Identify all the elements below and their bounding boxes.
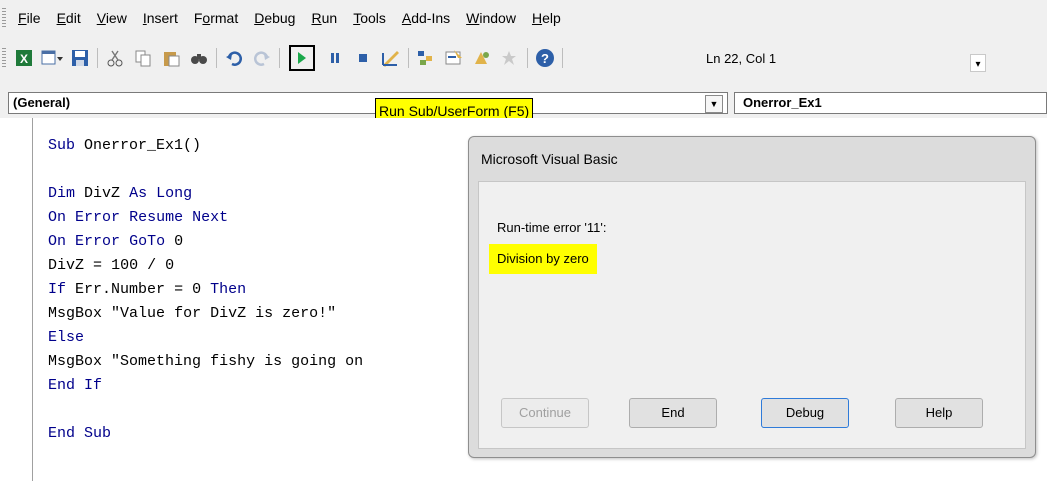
redo-icon[interactable] — [251, 47, 273, 69]
toolbar-separator — [279, 48, 280, 68]
toolbox-icon[interactable] — [499, 47, 521, 69]
properties-icon[interactable] — [443, 47, 465, 69]
menu-window[interactable]: Window — [458, 0, 524, 36]
dialog-body: Run-time error '11': Division by zero Co… — [478, 181, 1026, 449]
code-line[interactable]: DivZ = 100 / 0 — [48, 254, 363, 278]
debug-button[interactable]: Debug — [761, 398, 849, 428]
end-button[interactable]: End — [629, 398, 717, 428]
error-code-text: Run-time error '11': — [497, 220, 607, 235]
dialog-title: Microsoft Visual Basic — [481, 151, 618, 167]
menu-run[interactable]: Run — [303, 0, 345, 36]
object-browser-icon[interactable] — [471, 47, 493, 69]
error-message-text: Division by zero — [489, 244, 597, 274]
chevron-down-icon: ▾ — [975, 59, 981, 70]
menu-insert[interactable]: Insert — [135, 0, 186, 36]
menu-debug[interactable]: Debug — [246, 0, 303, 36]
copy-icon[interactable] — [132, 47, 154, 69]
menu-file[interactable]: File — [10, 0, 49, 36]
insert-userform-icon[interactable] — [41, 47, 63, 69]
procedure-combo[interactable]: Onerror_Ex1 — [734, 92, 1047, 114]
object-combo-value: (General) — [13, 95, 71, 110]
menu-format[interactable]: Format — [186, 0, 246, 36]
code-line[interactable]: MsgBox "Something fishy is going on — [48, 350, 363, 374]
code-line[interactable] — [48, 398, 363, 422]
standard-toolbar: X ? Ln 22, Col 1 ▾ — [0, 36, 1047, 86]
menu-help[interactable]: Help — [524, 0, 569, 36]
object-combo[interactable]: (General) ▼ — [8, 92, 728, 114]
run-sub-button[interactable] — [289, 45, 315, 71]
menu-bar: File Edit View Insert Format Debug Run T… — [0, 0, 1047, 36]
toolbar-separator — [562, 48, 563, 68]
svg-text:?: ? — [541, 51, 549, 66]
find-icon[interactable] — [188, 47, 210, 69]
project-explorer-icon[interactable] — [415, 47, 437, 69]
code-text[interactable]: Sub Onerror_Ex1() Dim DivZ As Long On Err… — [48, 134, 363, 446]
design-mode-icon[interactable] — [380, 47, 402, 69]
help-button[interactable]: Help — [895, 398, 983, 428]
toolbar-separator — [216, 48, 217, 68]
code-line[interactable]: Dim DivZ As Long — [48, 182, 363, 206]
run-icon — [298, 52, 306, 64]
save-icon[interactable] — [69, 47, 91, 69]
undo-icon[interactable] — [223, 47, 245, 69]
code-line[interactable]: On Error Resume Next — [48, 206, 363, 230]
toolbar-separator — [408, 48, 409, 68]
help-icon[interactable]: ? — [534, 47, 556, 69]
break-icon[interactable] — [324, 47, 346, 69]
toolbar-separator — [527, 48, 528, 68]
toolbar-separator — [97, 48, 98, 68]
cursor-position: Ln 22, Col 1 — [706, 51, 777, 66]
menu-tools[interactable]: Tools — [345, 0, 394, 36]
runtime-error-dialog: Microsoft Visual Basic Run-time error '1… — [468, 136, 1036, 458]
cut-icon[interactable] — [104, 47, 126, 69]
menu-view[interactable]: View — [89, 0, 135, 36]
excel-icon[interactable]: X — [13, 47, 35, 69]
code-line[interactable]: On Error GoTo 0 — [48, 230, 363, 254]
margin-indicator-bar — [32, 118, 33, 481]
code-line[interactable]: If Err.Number = 0 Then — [48, 278, 363, 302]
toolbar-grip[interactable] — [2, 48, 6, 68]
code-line[interactable]: MsgBox "Value for DivZ is zero!" — [48, 302, 363, 326]
svg-text:X: X — [20, 52, 28, 66]
code-line[interactable]: End Sub — [48, 422, 363, 446]
code-line[interactable]: End If — [48, 374, 363, 398]
toolbar-options-dropdown[interactable]: ▾ — [970, 54, 986, 72]
reset-icon[interactable] — [352, 47, 374, 69]
code-line[interactable]: Else — [48, 326, 363, 350]
menu-add-ins[interactable]: Add-Ins — [394, 0, 458, 36]
code-line[interactable] — [48, 158, 363, 182]
code-line[interactable]: Sub Onerror_Ex1() — [48, 134, 363, 158]
chevron-down-icon[interactable]: ▼ — [705, 95, 723, 113]
continue-button: Continue — [501, 398, 589, 428]
menu-edit[interactable]: Edit — [49, 0, 89, 36]
menu-grip[interactable] — [2, 8, 6, 28]
paste-icon[interactable] — [160, 47, 182, 69]
procedure-combo-value: Onerror_Ex1 — [743, 95, 822, 110]
